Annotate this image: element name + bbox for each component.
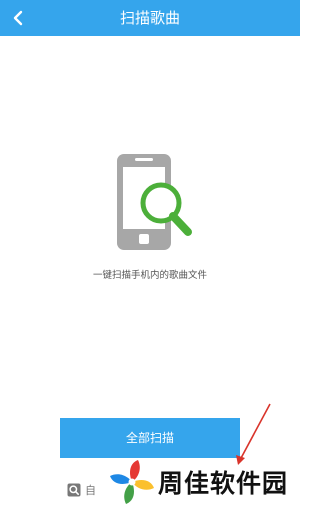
- custom-scan-link[interactable]: 自: [67, 482, 96, 498]
- pinwheel-logo-icon: [110, 460, 154, 504]
- watermark-text: 周佳软件园: [158, 469, 289, 498]
- scan-hint-text: 一键扫描手机内的歌曲文件: [92, 270, 207, 281]
- title-bar: 扫描歌曲: [0, 0, 300, 36]
- custom-scan-label: 自: [85, 484, 96, 497]
- watermark: 周佳软件园: [104, 447, 300, 517]
- search-square-icon: [67, 483, 81, 497]
- phone-magnifier-icon: [117, 154, 192, 250]
- page-title: 扫描歌曲: [119, 9, 180, 27]
